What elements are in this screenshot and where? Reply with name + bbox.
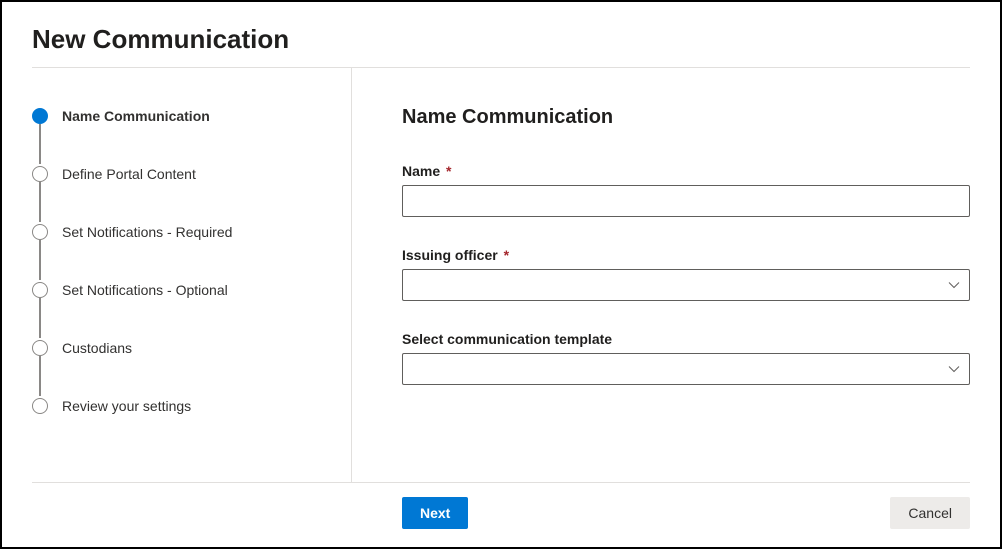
- dialog-header: New Communication: [2, 2, 1000, 67]
- field-label-template: Select communication template: [402, 331, 970, 347]
- dialog-new-communication: New Communication Name Communication Def…: [0, 0, 1002, 549]
- next-button[interactable]: Next: [402, 497, 468, 529]
- form-heading: Name Communication: [402, 106, 970, 129]
- step-indicator-icon: [32, 340, 48, 356]
- wizard-step-set-notifications-optional[interactable]: Set Notifications - Optional: [32, 280, 331, 300]
- template-select-wrap: [402, 353, 970, 385]
- step-indicator-icon: [32, 108, 48, 124]
- step-label: Set Notifications - Optional: [62, 282, 228, 298]
- step-indicator-icon: [32, 224, 48, 240]
- dialog-footer: Next Cancel: [2, 483, 1000, 547]
- issuing-officer-select-wrap: [402, 269, 970, 301]
- step-connector: [39, 182, 41, 222]
- wizard-step-custodians[interactable]: Custodians: [32, 338, 331, 358]
- step-indicator-icon: [32, 166, 48, 182]
- step-label: Name Communication: [62, 108, 210, 124]
- step-connector: [39, 298, 41, 338]
- label-text: Issuing officer: [402, 247, 498, 263]
- field-group-issuing-officer: Issuing officer *: [402, 247, 970, 301]
- issuing-officer-select[interactable]: [402, 269, 970, 301]
- cancel-button[interactable]: Cancel: [890, 497, 970, 529]
- step-connector: [39, 124, 41, 164]
- field-label-name: Name *: [402, 163, 970, 179]
- label-text: Select communication template: [402, 331, 612, 347]
- wizard-step-review-settings[interactable]: Review your settings: [32, 396, 331, 416]
- wizard-step-define-portal-content[interactable]: Define Portal Content: [32, 164, 331, 184]
- template-select[interactable]: [402, 353, 970, 385]
- required-marker: *: [504, 247, 509, 263]
- step-connector: [39, 240, 41, 280]
- required-marker: *: [446, 163, 451, 179]
- field-group-name: Name *: [402, 163, 970, 217]
- form-panel: Name Communication Name * Issuing office…: [352, 68, 1000, 482]
- step-indicator-icon: [32, 282, 48, 298]
- dialog-body: Name Communication Define Portal Content…: [2, 68, 1000, 482]
- dialog-title: New Communication: [32, 24, 970, 55]
- wizard-step-set-notifications-required[interactable]: Set Notifications - Required: [32, 222, 331, 242]
- wizard-steps: Name Communication Define Portal Content…: [32, 106, 331, 416]
- label-text: Name: [402, 163, 440, 179]
- field-label-issuing-officer: Issuing officer *: [402, 247, 970, 263]
- wizard-step-name-communication[interactable]: Name Communication: [32, 106, 331, 126]
- step-label: Define Portal Content: [62, 166, 196, 182]
- step-indicator-icon: [32, 398, 48, 414]
- step-label: Set Notifications - Required: [62, 224, 232, 240]
- field-group-template: Select communication template: [402, 331, 970, 385]
- wizard-sidebar: Name Communication Define Portal Content…: [2, 68, 352, 482]
- step-label: Custodians: [62, 340, 132, 356]
- name-input[interactable]: [402, 185, 970, 217]
- step-label: Review your settings: [62, 398, 191, 414]
- step-connector: [39, 356, 41, 396]
